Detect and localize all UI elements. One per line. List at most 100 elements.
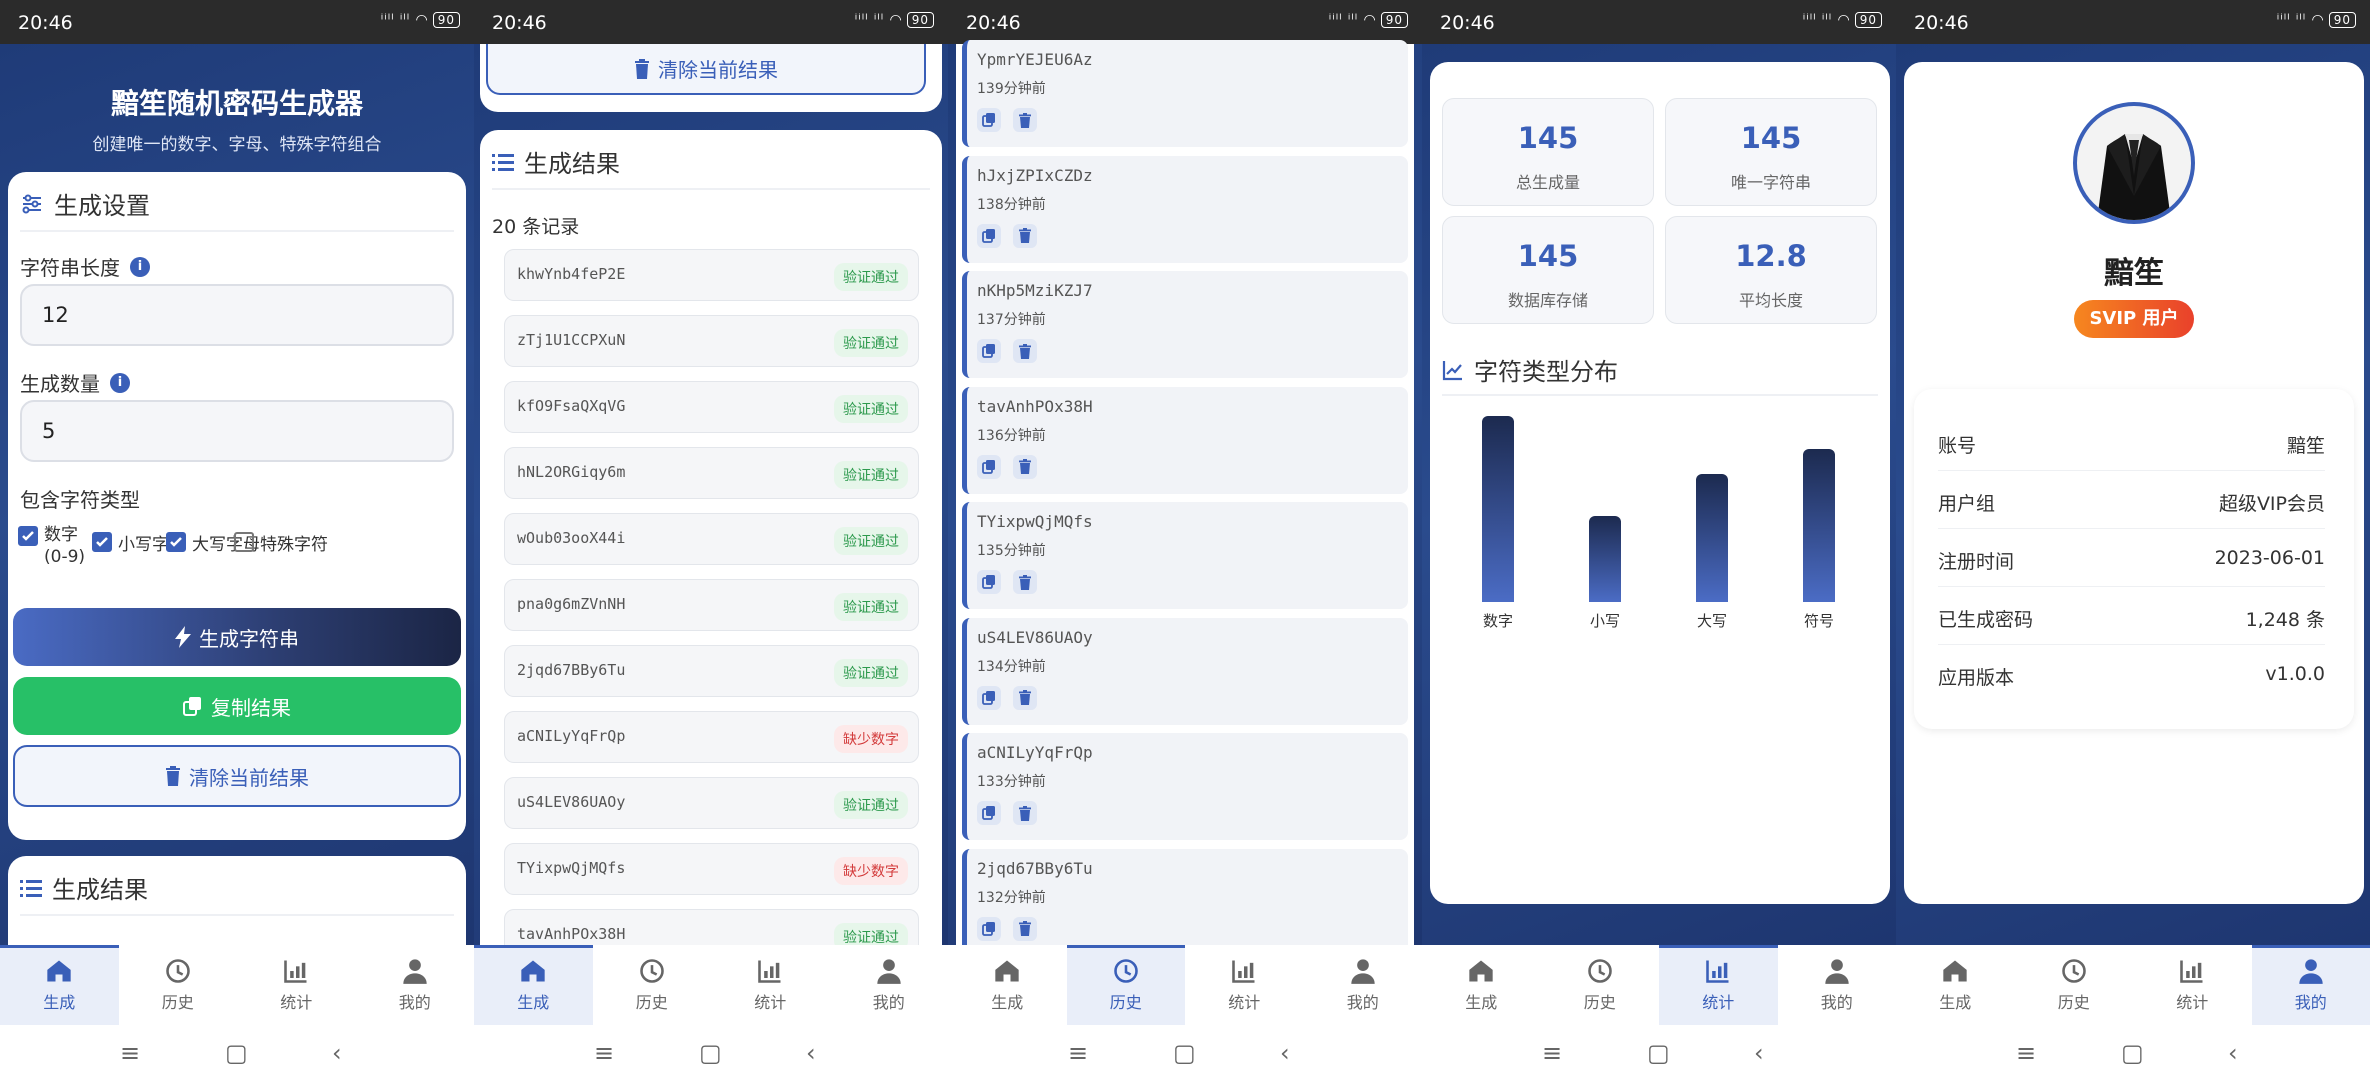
nav-history[interactable]: 历史: [1066, 945, 1185, 1025]
copy-icon[interactable]: [977, 223, 1001, 248]
avatar[interactable]: [2073, 102, 2195, 224]
menu-icon[interactable]: ≡: [1542, 1039, 1562, 1067]
trash-icon[interactable]: [1013, 570, 1037, 594]
stat-value: 12.8: [1735, 239, 1807, 273]
result-row[interactable]: TYixpwQjMQfs 缺少数字: [504, 843, 919, 895]
result-row[interactable]: hNL2ORGiqy6m 验证通过: [504, 447, 919, 499]
info-icon[interactable]: i: [110, 372, 130, 393]
info-value: 2023-06-01: [2214, 547, 2325, 569]
home-square-icon[interactable]: ▢: [225, 1039, 248, 1067]
history-item: YpmrYEJEU6Az 139分钟前: [962, 40, 1408, 147]
nav-generate[interactable]: 生成: [0, 945, 119, 1025]
copy-icon[interactable]: [977, 108, 1001, 132]
trash-icon[interactable]: [1013, 223, 1037, 248]
checkbox-digits[interactable]: 数字 (0-9): [18, 524, 98, 568]
result-value: pna0g6mZVnNH: [517, 595, 626, 613]
trash-icon[interactable]: [1013, 916, 1037, 941]
result-row[interactable]: pna0g6mZVnNH 验证通过: [504, 579, 919, 631]
copy-icon[interactable]: [977, 339, 1001, 363]
checkbox-special[interactable]: 特殊字符: [234, 530, 328, 555]
home-square-icon[interactable]: ▢: [2121, 1039, 2144, 1067]
nav-profile[interactable]: 我的: [1778, 945, 1897, 1025]
menu-icon[interactable]: ≡: [120, 1039, 140, 1067]
stat-value: 145: [1517, 239, 1579, 273]
nav-generate[interactable]: 生成: [948, 945, 1067, 1025]
info-key: 账号: [1938, 435, 1977, 457]
copy-icon[interactable]: [977, 685, 1001, 710]
checkbox-checked-icon: [92, 532, 112, 552]
copy-icon: [183, 697, 201, 716]
result-row[interactable]: zTj1U1CCPXuN 验证通过: [504, 315, 919, 367]
nav-history[interactable]: 历史: [2015, 945, 2134, 1025]
info-key: 注册时间: [1938, 551, 2015, 573]
menu-icon[interactable]: ≡: [594, 1039, 614, 1067]
nav-stats[interactable]: 统计: [711, 945, 830, 1025]
home-square-icon[interactable]: ▢: [699, 1039, 722, 1067]
nav-history[interactable]: 历史: [119, 945, 238, 1025]
copy-button[interactable]: 复制结果: [13, 677, 461, 735]
result-row[interactable]: wOub03ooX44i 验证通过: [504, 513, 919, 565]
back-icon[interactable]: ‹: [332, 1039, 342, 1067]
length-input[interactable]: 12: [20, 284, 454, 346]
nav-stats[interactable]: 统计: [1185, 945, 1304, 1025]
nav-generate[interactable]: 生成: [1896, 945, 2015, 1025]
nav-generate[interactable]: 生成: [474, 945, 593, 1025]
history-value: tavAnhPOx38H: [977, 396, 1093, 416]
trash-icon[interactable]: [1013, 801, 1037, 825]
results-title-text: 生成结果: [524, 150, 620, 178]
nav-profile[interactable]: 我的: [2251, 945, 2370, 1025]
nav-history[interactable]: 历史: [593, 945, 712, 1025]
menu-icon[interactable]: ≡: [1068, 1039, 1088, 1067]
nav-profile[interactable]: 我的: [830, 945, 949, 1025]
copy-icon[interactable]: [977, 454, 1001, 479]
app-subtitle: 创建唯一的数字、字母、特殊字符组合: [92, 135, 382, 155]
back-icon[interactable]: ‹: [2228, 1039, 2238, 1067]
copy-icon[interactable]: [977, 801, 1001, 825]
nav-label: 生成: [1465, 993, 1498, 1012]
stat-value: 145: [1740, 121, 1802, 155]
home-square-icon[interactable]: ▢: [1173, 1039, 1196, 1067]
nav-stats[interactable]: 统计: [237, 945, 356, 1025]
nav-generate[interactable]: 生成: [1422, 945, 1541, 1025]
nav-stats[interactable]: 统计: [2133, 945, 2252, 1025]
history-value: hJxjZPIxCZDz: [977, 165, 1093, 185]
result-row[interactable]: aCNILyYqFrQp 缺少数字: [504, 711, 919, 763]
menu-icon[interactable]: ≡: [2016, 1039, 2036, 1067]
trash-icon[interactable]: [1013, 108, 1037, 132]
nav-label: 我的: [872, 993, 905, 1012]
panel-history: 20:46 ⁱⁱˡˡ ⁱˡˡ ◠ 90 YpmrYEJEU6Az 139分钟前 hJx…: [948, 0, 1422, 1080]
info-value: 1,248 条: [2245, 609, 2325, 631]
nav-history[interactable]: 历史: [1541, 945, 1660, 1025]
info-icon[interactable]: i: [130, 256, 150, 277]
checkbox-empty-icon: [234, 532, 254, 552]
clear-button[interactable]: 清除当前结果: [486, 44, 926, 95]
status-icons: ⁱⁱˡˡ ⁱˡˡ ◠ 90: [1803, 12, 1882, 28]
result-row[interactable]: kfO9FsaQXqVG 验证通过: [504, 381, 919, 433]
stat-db: 145 数据库存储: [1442, 216, 1654, 324]
trash-icon[interactable]: [1013, 454, 1037, 479]
trash-icon[interactable]: [1013, 339, 1037, 363]
signal-icon: ⁱⁱˡˡ ⁱˡˡ: [380, 12, 411, 28]
generate-button[interactable]: 生成字符串: [13, 608, 461, 666]
copy-icon[interactable]: [977, 570, 1001, 594]
clear-button[interactable]: 清除当前结果: [13, 745, 461, 807]
chart-tick-label: 符号: [1803, 612, 1834, 630]
back-icon[interactable]: ‹: [1280, 1039, 1290, 1067]
result-row[interactable]: khwYnb4feP2E 验证通过: [504, 249, 919, 301]
back-icon[interactable]: ‹: [1754, 1039, 1764, 1067]
nav-profile[interactable]: 我的: [356, 945, 475, 1025]
settings-title-text: 生成设置: [54, 192, 150, 220]
bottom-nav: 生成 历史 统计 我的: [1422, 945, 1896, 1025]
copy-icon[interactable]: [977, 916, 1001, 941]
result-row[interactable]: uS4LEV86UAOy 验证通过: [504, 777, 919, 829]
count-input[interactable]: 5: [20, 400, 454, 462]
home-square-icon[interactable]: ▢: [1647, 1039, 1670, 1067]
result-row[interactable]: 2jqd67BBy6Tu 验证通过: [504, 645, 919, 697]
nav-stats[interactable]: 统计: [1659, 945, 1778, 1025]
nav-profile[interactable]: 我的: [1304, 945, 1423, 1025]
trash-icon: [635, 58, 649, 79]
wifi-icon: ◠: [2311, 12, 2325, 28]
back-icon[interactable]: ‹: [806, 1039, 816, 1067]
results-title: 生成结果: [492, 144, 620, 179]
trash-icon[interactable]: [1013, 685, 1037, 710]
